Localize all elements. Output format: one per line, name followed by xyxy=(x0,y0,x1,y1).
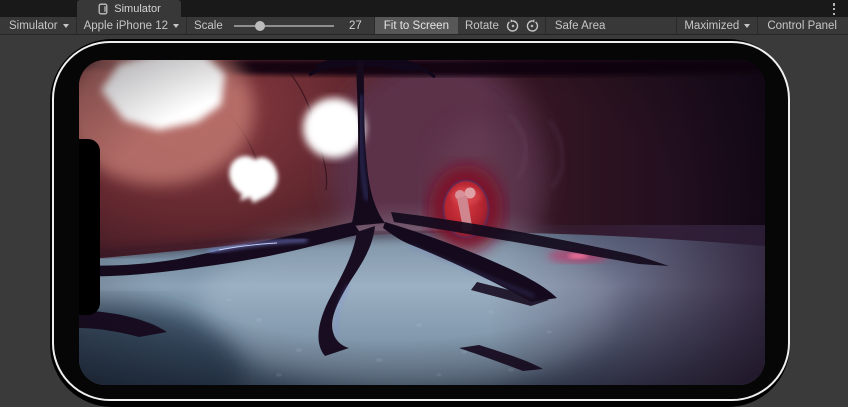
window-menu-icon[interactable] xyxy=(829,3,839,15)
unity-simulator-window: Simulator Simulator Apple iPhone 12 Scal… xyxy=(0,0,848,407)
chevron-down-icon xyxy=(63,24,69,28)
chevron-down-icon xyxy=(744,24,750,28)
simulator-menu-dropdown[interactable]: Simulator xyxy=(2,17,76,34)
game-scene xyxy=(79,60,765,385)
window-mode-label: Maximized xyxy=(684,20,739,32)
fit-to-screen-button[interactable]: Fit to Screen xyxy=(375,17,458,34)
control-panel-label: Control Panel xyxy=(767,20,837,32)
safe-area-label: Safe Area xyxy=(555,20,606,32)
simulator-viewport xyxy=(0,35,848,407)
chevron-down-icon xyxy=(173,24,179,28)
phone-notch xyxy=(79,139,100,315)
scale-slider-thumb[interactable] xyxy=(255,21,265,31)
phone-frame xyxy=(52,41,790,401)
rotate-label: Rotate xyxy=(458,20,506,32)
device-selector-dropdown[interactable]: Apple iPhone 12 xyxy=(77,17,186,34)
device-icon xyxy=(97,3,109,15)
scale-value: 27 xyxy=(338,20,362,32)
rotate-cw-icon[interactable] xyxy=(525,19,539,33)
tab-bar: Simulator xyxy=(0,0,848,17)
rotate-ccw-icon[interactable] xyxy=(506,19,520,33)
simulator-toolbar: Simulator Apple iPhone 12 Scale 27 Fit t… xyxy=(0,17,848,35)
tab-simulator[interactable]: Simulator xyxy=(77,0,181,17)
rotate-controls xyxy=(506,19,545,33)
simulator-menu-label: Simulator xyxy=(9,20,58,32)
control-panel-button[interactable]: Control Panel xyxy=(758,17,846,34)
safe-area-button[interactable]: Safe Area xyxy=(546,17,615,34)
scale-label: Scale xyxy=(187,20,230,32)
device-selector-label: Apple iPhone 12 xyxy=(84,20,168,32)
window-mode-dropdown[interactable]: Maximized xyxy=(677,17,757,34)
fit-to-screen-label: Fit to Screen xyxy=(384,20,449,32)
phone-screen[interactable] xyxy=(79,60,765,385)
vignette xyxy=(79,60,765,385)
scale-slider-track[interactable] xyxy=(234,25,334,27)
scale-slider[interactable] xyxy=(234,19,334,33)
tab-label: Simulator xyxy=(114,3,160,15)
